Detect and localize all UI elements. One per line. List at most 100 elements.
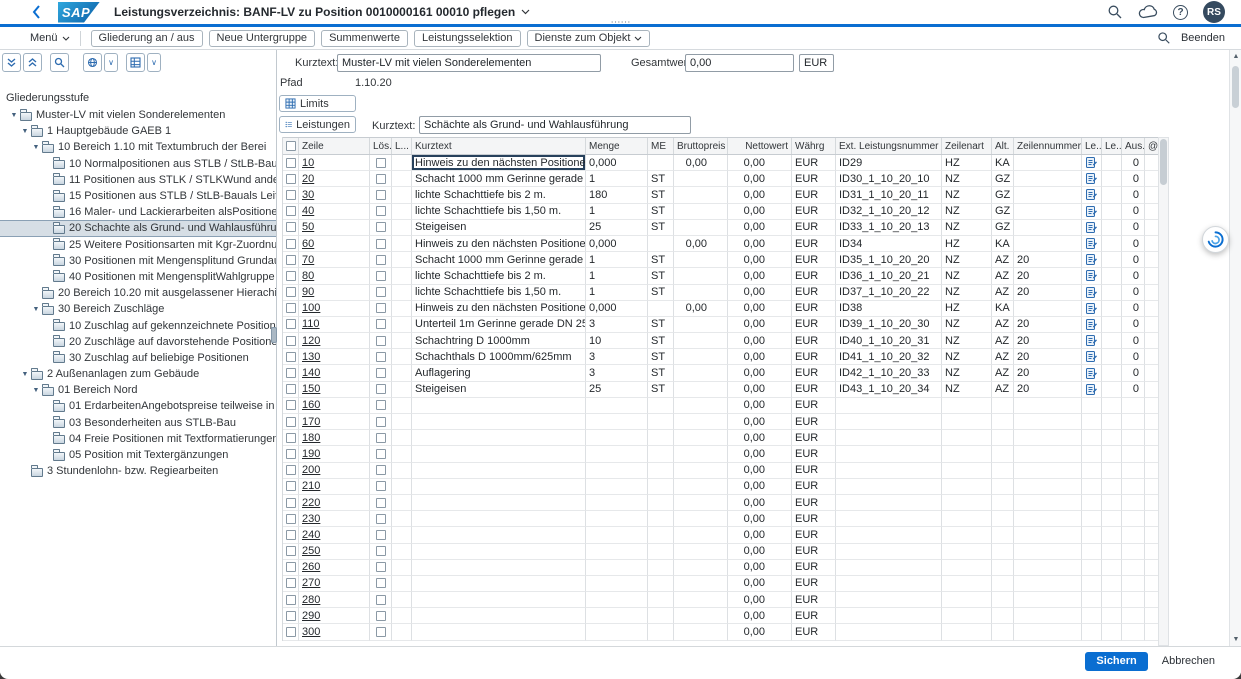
zeile-link[interactable]: 20: [302, 173, 314, 185]
cell-ext[interactable]: ID42_1_10_20_33: [836, 365, 942, 381]
cell-kurztext[interactable]: Schachthals D 1000mm/625mm: [412, 349, 586, 365]
zeile-link[interactable]: 200: [302, 464, 320, 476]
cell-menge[interactable]: 25: [586, 382, 648, 398]
row-select-checkbox[interactable]: [286, 336, 296, 346]
cell-me[interactable]: [648, 527, 674, 543]
cell-brutto[interactable]: [674, 333, 728, 349]
cell-brutto[interactable]: [674, 576, 728, 592]
layout-dropdown-button[interactable]: ∨: [147, 53, 161, 72]
zeile-link[interactable]: 50: [302, 221, 314, 233]
zeile-link[interactable]: 160: [302, 399, 320, 411]
loeschen-checkbox[interactable]: [376, 384, 386, 394]
cell-kurztext[interactable]: Auflagering: [412, 365, 586, 381]
loeschen-checkbox[interactable]: [376, 287, 386, 297]
cell-kurztext[interactable]: [412, 527, 586, 543]
back-icon[interactable]: [30, 4, 42, 20]
tree-item[interactable]: 20 Bereich 10.20 mit ausgelassener Hiera…: [0, 285, 276, 301]
zeile-link[interactable]: 60: [302, 238, 314, 250]
cell-me[interactable]: [648, 236, 674, 252]
loeschen-checkbox[interactable]: [376, 222, 386, 232]
zeile-link[interactable]: 280: [302, 594, 320, 606]
title-caret-icon[interactable]: [521, 9, 530, 15]
cell-me[interactable]: ST: [648, 382, 674, 398]
zeile-link[interactable]: 300: [302, 626, 320, 638]
cell-me[interactable]: [648, 479, 674, 495]
tree-item[interactable]: 30 Positionen mit Mengensplitund Grundau…: [0, 253, 276, 269]
row-select-checkbox[interactable]: [286, 190, 296, 200]
table-scrollbar[interactable]: [1158, 137, 1169, 646]
tree-item[interactable]: 11 Positionen aus STLK / STLKWund andere…: [0, 172, 276, 188]
tree-item[interactable]: ▼2 Außenanlagen zum Gebäude: [0, 366, 276, 382]
leistungen-button[interactable]: Leistungen: [279, 116, 356, 133]
cell-brutto[interactable]: [674, 187, 728, 203]
longtext-icon[interactable]: [1085, 350, 1098, 363]
cell-brutto[interactable]: [674, 592, 728, 608]
zeile-link[interactable]: 190: [302, 448, 320, 460]
row-select-checkbox[interactable]: [286, 271, 296, 281]
cell-ext[interactable]: [836, 430, 942, 446]
cell-menge[interactable]: [586, 576, 648, 592]
longtext-icon[interactable]: [1085, 221, 1098, 234]
loeschen-checkbox[interactable]: [376, 514, 386, 524]
loeschen-checkbox[interactable]: [376, 368, 386, 378]
row-select-checkbox[interactable]: [286, 303, 296, 313]
tree-item[interactable]: 20 Zuschläge auf davorstehende Positione…: [0, 334, 276, 350]
cell-menge[interactable]: [586, 592, 648, 608]
zeile-link[interactable]: 140: [302, 367, 320, 379]
cell-ext[interactable]: [836, 560, 942, 576]
cell-me[interactable]: [648, 576, 674, 592]
cell-ext[interactable]: [836, 511, 942, 527]
cell-kurztext[interactable]: lichte Schachttiefe bis 2 m.: [412, 187, 586, 203]
column-header-zeilenart[interactable]: Zeilenart: [942, 138, 992, 154]
cloud-icon[interactable]: [1138, 5, 1158, 19]
search-icon[interactable]: [1107, 4, 1123, 20]
cell-brutto[interactable]: 0,00: [674, 236, 728, 252]
loeschen-checkbox[interactable]: [376, 498, 386, 508]
cell-menge[interactable]: 1: [586, 268, 648, 284]
row-select-checkbox[interactable]: [286, 384, 296, 394]
tree-expand-icon[interactable]: ▼: [30, 387, 42, 394]
cell-menge[interactable]: 180: [586, 187, 648, 203]
column-header-aus[interactable]: Aus...: [1122, 138, 1145, 154]
cell-menge[interactable]: [586, 527, 648, 543]
cell-menge[interactable]: 1: [586, 252, 648, 268]
cell-menge[interactable]: 1: [586, 204, 648, 220]
cell-ext[interactable]: ID41_1_10_20_32: [836, 349, 942, 365]
cell-ext[interactable]: [836, 479, 942, 495]
column-header-sel[interactable]: [283, 138, 299, 154]
column-header-menge[interactable]: Menge: [586, 138, 648, 154]
gesamtwert-input[interactable]: [685, 54, 794, 72]
cell-ext[interactable]: ID31_1_10_20_11: [836, 187, 942, 203]
beenden-button[interactable]: Beenden: [1181, 32, 1225, 44]
cell-kurztext[interactable]: [412, 479, 586, 495]
row-select-checkbox[interactable]: [286, 449, 296, 459]
row-select-checkbox[interactable]: [286, 498, 296, 508]
loeschen-checkbox[interactable]: [376, 352, 386, 362]
row-select-checkbox[interactable]: [286, 206, 296, 216]
cell-kurztext[interactable]: Unterteil 1m Gerinne gerade DN 250: [412, 317, 586, 333]
row-select-checkbox[interactable]: [286, 627, 296, 637]
column-header-ext[interactable]: Ext. Leistungsnummer: [836, 138, 942, 154]
cell-me[interactable]: ST: [648, 317, 674, 333]
cell-brutto[interactable]: [674, 446, 728, 462]
tree-item[interactable]: 15 Positionen aus STLB / StLB-Bauals Lei…: [0, 188, 276, 204]
longtext-icon[interactable]: [1085, 302, 1098, 315]
zeile-link[interactable]: 130: [302, 351, 320, 363]
loeschen-checkbox[interactable]: [376, 562, 386, 572]
cell-brutto[interactable]: [674, 204, 728, 220]
scroll-up-icon[interactable]: ▲: [1230, 53, 1241, 60]
menubar-button-3[interactable]: Summenwerte: [321, 30, 408, 47]
scroll-down-icon[interactable]: ▼: [1230, 636, 1241, 643]
cell-kurztext[interactable]: Schachtring D 1000mm: [412, 333, 586, 349]
zeile-link[interactable]: 40: [302, 205, 314, 217]
loeschen-checkbox[interactable]: [376, 627, 386, 637]
cell-menge[interactable]: 1: [586, 285, 648, 301]
cell-me[interactable]: [648, 560, 674, 576]
cell-me[interactable]: ST: [648, 171, 674, 187]
column-header-me[interactable]: ME: [648, 138, 674, 154]
cell-ext[interactable]: ID40_1_10_20_31: [836, 333, 942, 349]
cell-menge[interactable]: 10: [586, 333, 648, 349]
cell-kurztext[interactable]: Steigeisen: [412, 220, 586, 236]
cell-kurztext[interactable]: Steigeisen: [412, 382, 586, 398]
column-header-kurztext[interactable]: Kurztext: [412, 138, 586, 154]
